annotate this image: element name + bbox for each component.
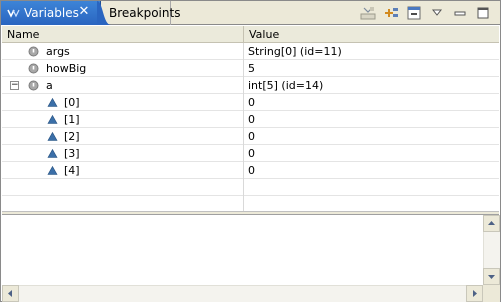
- local-variable-icon: [28, 63, 39, 74]
- local-variable-icon: [28, 46, 39, 57]
- tab-variables-label: Variables: [24, 6, 79, 20]
- scroll-corner: [483, 285, 500, 302]
- table-rows: args String[0] (id=11) howBig 5 − a int[…: [2, 43, 499, 212]
- tab-variables[interactable]: Variables ✕: [1, 1, 101, 25]
- vertical-scrollbar[interactable]: [483, 215, 500, 285]
- variable-value: 0: [248, 130, 255, 143]
- variables-table[interactable]: Name Value args String[0] (id=11) howBig…: [2, 26, 499, 212]
- name-cell: [2]: [2, 128, 244, 145]
- array-element-icon: [47, 97, 58, 108]
- collapse-toggle-icon[interactable]: −: [10, 81, 19, 90]
- empty-row: [2, 179, 499, 196]
- variable-value: int[5] (id=14): [248, 79, 324, 92]
- scroll-right-button[interactable]: [466, 285, 483, 302]
- table-row[interactable]: [1] 0: [2, 111, 499, 128]
- table-row[interactable]: [0] 0: [2, 94, 499, 111]
- view-toolbar: [359, 4, 492, 22]
- variable-value: 5: [248, 62, 255, 75]
- variable-name: [3]: [64, 147, 80, 160]
- table-row[interactable]: args String[0] (id=11): [2, 43, 499, 60]
- detail-pane[interactable]: [2, 215, 483, 285]
- name-cell: [3]: [2, 145, 244, 162]
- name-cell: [2, 196, 244, 212]
- close-icon[interactable]: ✕: [77, 4, 91, 20]
- variable-value: 0: [248, 96, 255, 109]
- arrow-left-icon: [8, 290, 12, 297]
- view-menu-icon[interactable]: [428, 4, 446, 22]
- variables-view-icon: [6, 6, 20, 20]
- array-element-icon: [47, 165, 58, 176]
- local-variable-icon: [28, 80, 39, 91]
- name-cell: [0]: [2, 94, 244, 111]
- arrow-down-icon: [488, 275, 495, 279]
- variables-view: Variables ✕ Breakpoints Name Value args …: [0, 0, 501, 302]
- collapse-all-icon[interactable]: [405, 4, 423, 22]
- empty-row: [2, 196, 499, 212]
- table-row[interactable]: [3] 0: [2, 145, 499, 162]
- name-cell: − a: [2, 77, 244, 94]
- scroll-left-button[interactable]: [2, 285, 19, 302]
- variable-name: [1]: [64, 113, 80, 126]
- variable-value: 0: [248, 147, 255, 160]
- variable-name: [2]: [64, 130, 80, 143]
- name-cell: [1]: [2, 111, 244, 128]
- name-cell: howBig: [2, 60, 244, 77]
- variable-name: howBig: [46, 62, 87, 75]
- maximize-icon[interactable]: [474, 4, 492, 22]
- variable-name: [0]: [64, 96, 80, 109]
- arrow-up-icon: [488, 221, 495, 225]
- view-tab-bar: Variables ✕ Breakpoints: [1, 1, 500, 25]
- variable-value: 0: [248, 113, 255, 126]
- variable-value: String[0] (id=11): [248, 45, 342, 58]
- show-type-names-icon[interactable]: [359, 4, 377, 22]
- table-row[interactable]: [4] 0: [2, 162, 499, 179]
- tab-breakpoints-label: Breakpoints: [109, 6, 181, 20]
- name-cell: [2, 179, 244, 196]
- name-cell: args: [2, 43, 244, 60]
- scroll-up-button[interactable]: [483, 215, 500, 232]
- minimize-icon[interactable]: [451, 4, 469, 22]
- variable-name: [4]: [64, 164, 80, 177]
- arrow-right-icon: [473, 290, 477, 297]
- table-row[interactable]: howBig 5: [2, 60, 499, 77]
- column-header-value[interactable]: Value: [244, 26, 499, 43]
- variable-value: 0: [248, 164, 255, 177]
- scroll-down-button[interactable]: [483, 268, 500, 285]
- horizontal-scrollbar[interactable]: [2, 285, 483, 302]
- column-header-name[interactable]: Name: [2, 26, 244, 43]
- array-element-icon: [47, 131, 58, 142]
- tab-breakpoints[interactable]: Breakpoints: [105, 1, 180, 25]
- variable-name: args: [46, 45, 70, 58]
- table-row[interactable]: − a int[5] (id=14): [2, 77, 499, 94]
- array-element-icon: [47, 114, 58, 125]
- variable-name: a: [46, 79, 53, 92]
- table-row[interactable]: [2] 0: [2, 128, 499, 145]
- array-element-icon: [47, 148, 58, 159]
- select-all-icon[interactable]: [382, 4, 400, 22]
- name-cell: [4]: [2, 162, 244, 179]
